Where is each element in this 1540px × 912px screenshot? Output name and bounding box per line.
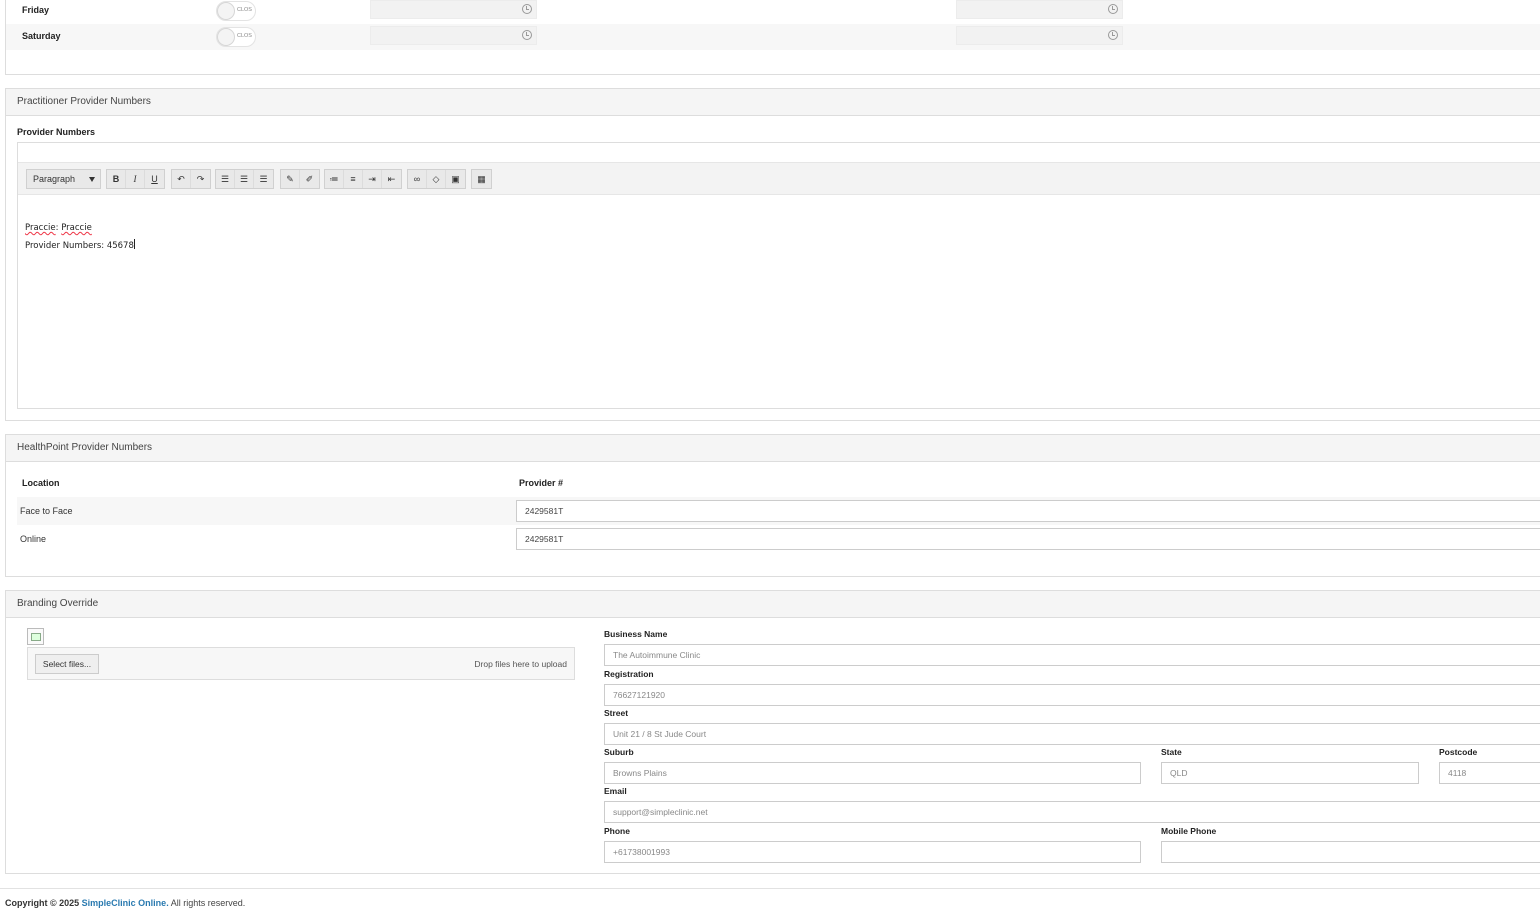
editor-content[interactable]: Praccie: Praccie Provider Numbers: 45678 [25, 219, 135, 255]
email-input[interactable]: support@simpleclinic.net [604, 801, 1540, 823]
provider-numbers-label: Provider Numbers [17, 127, 96, 137]
align-center-icon[interactable]: ☰ [235, 170, 254, 188]
opening-hours-panel: Friday CLOS Saturday CLOS [5, 0, 1540, 75]
align-left-icon[interactable]: ☰ [216, 170, 235, 188]
provider-number-input[interactable]: 2429581T [516, 528, 1540, 550]
drop-files-hint: Drop files here to upload [474, 659, 567, 669]
day-label: Friday [22, 5, 50, 15]
panel-title: Branding Override [6, 591, 1540, 618]
italic-button[interactable]: I [126, 170, 145, 188]
toggle-knob [217, 2, 235, 20]
outdent-icon[interactable]: ⇤ [382, 170, 401, 188]
chevron-down-icon [89, 177, 95, 182]
select-files-button[interactable]: Select files... [35, 654, 99, 674]
hours-row-saturday: Saturday CLOS [6, 24, 1540, 50]
numbered-list-icon[interactable]: ≡ [344, 170, 363, 188]
table-row: Face to Face 2429581T [17, 497, 1540, 525]
open-closed-toggle[interactable]: CLOS [216, 27, 256, 47]
provider-number-input[interactable]: 2429581T [516, 500, 1540, 522]
state-input[interactable]: QLD [1161, 762, 1419, 784]
clock-icon[interactable] [522, 4, 532, 14]
provider-numbers-text: Provider Numbers: 45678 [25, 241, 134, 251]
suburb-input[interactable]: Browns Plains [604, 762, 1141, 784]
toggle-text: CLOS [237, 33, 252, 39]
insert-group: ∞ ◇ ▣ [407, 169, 466, 189]
phone-label: Phone [604, 826, 630, 836]
rich-text-editor[interactable]: Paragraph B I U ↶ ↷ ☰ ☰ ☰ ✎ ✐ ≔ ≡ ⇥ ⇤ ∞ … [17, 142, 1540, 409]
undo-icon[interactable]: ↶ [172, 170, 191, 188]
content-line-2: Provider Numbers: 45678 [25, 237, 135, 255]
phone-input[interactable]: +61738001993 [604, 841, 1141, 863]
rights-text: All rights reserved. [170, 898, 246, 908]
open-time-input[interactable] [370, 26, 537, 45]
street-input[interactable]: Unit 21 / 8 St Jude Court [604, 723, 1540, 745]
email-label: Email [604, 786, 627, 796]
bullet-list-icon[interactable]: ≔ [325, 170, 344, 188]
panel-title: Practitioner Provider Numbers [6, 89, 1540, 116]
state-label: State [1161, 747, 1182, 757]
file-upload-dropzone[interactable]: Select files... Drop files here to uploa… [27, 647, 575, 680]
format-painter-icon[interactable]: ✐ [300, 170, 319, 188]
clock-icon[interactable] [1108, 4, 1118, 14]
postcode-label: Postcode [1439, 747, 1478, 757]
image-icon[interactable]: ▣ [446, 170, 465, 188]
panel-title: HealthPoint Provider Numbers [6, 435, 1540, 462]
branding-override-panel: Branding Override Select files... Drop f… [5, 590, 1540, 874]
registration-label: Registration [604, 669, 654, 679]
street-label: Street [604, 708, 629, 718]
location-cell: Face to Face [20, 506, 73, 516]
redo-icon[interactable]: ↷ [191, 170, 210, 188]
toggle-text: CLOS [237, 7, 252, 13]
link-icon[interactable]: ∞ [408, 170, 427, 188]
bold-button[interactable]: B [107, 170, 126, 188]
editor-toolbar: Paragraph B I U ↶ ↷ ☰ ☰ ☰ ✎ ✐ ≔ ≡ ⇥ ⇤ ∞ … [18, 162, 1540, 195]
table-row: Online 2429581T [17, 525, 1540, 553]
unlink-icon[interactable]: ◇ [427, 170, 446, 188]
align-group: ☰ ☰ ☰ [215, 169, 274, 189]
close-time-input[interactable] [956, 0, 1123, 19]
open-time-input[interactable] [370, 0, 537, 19]
table-group: ▦ [471, 169, 492, 189]
postcode-input[interactable]: 4118 [1439, 762, 1540, 784]
column-header-location: Location [22, 478, 60, 488]
format-tools-group: ✎ ✐ [280, 169, 320, 189]
mobile-phone-label: Mobile Phone [1161, 826, 1217, 836]
spelling-word: Praccie [61, 223, 92, 233]
hours-row-friday: Friday CLOS [6, 0, 1540, 24]
toggle-knob [217, 28, 235, 46]
align-right-icon[interactable]: ☰ [254, 170, 273, 188]
table-icon[interactable]: ▦ [472, 170, 491, 188]
clear-format-icon[interactable]: ✎ [281, 170, 300, 188]
text-cursor [133, 239, 135, 249]
history-group: ↶ ↷ [171, 169, 211, 189]
healthpoint-provider-panel: HealthPoint Provider Numbers Location Pr… [5, 434, 1540, 577]
day-label: Saturday [22, 31, 61, 41]
registration-input[interactable]: 76627121920 [604, 684, 1540, 706]
content-line-1: Praccie: Praccie [25, 219, 135, 237]
open-closed-toggle[interactable]: CLOS [216, 1, 256, 21]
format-select-value: Paragraph [33, 174, 76, 184]
brand-link[interactable]: SimpleClinic Online. [82, 898, 169, 908]
clock-icon[interactable] [1108, 30, 1118, 40]
practitioner-provider-panel: Practitioner Provider Numbers Provider N… [5, 88, 1540, 421]
underline-button[interactable]: U [145, 170, 164, 188]
footer-divider [0, 888, 1540, 889]
list-group: ≔ ≡ ⇥ ⇤ [324, 169, 402, 189]
logo-image [27, 628, 44, 645]
mobile-phone-input[interactable] [1161, 841, 1540, 863]
close-time-input[interactable] [956, 26, 1123, 45]
clock-icon[interactable] [522, 30, 532, 40]
location-cell: Online [20, 534, 47, 544]
format-select[interactable]: Paragraph [26, 169, 101, 189]
business-name-label: Business Name [604, 629, 668, 639]
footer: Copyright © 2025 SimpleClinic Online. Al… [5, 898, 245, 908]
text-style-group: B I U [106, 169, 165, 189]
indent-icon[interactable]: ⇥ [363, 170, 382, 188]
column-header-provider: Provider # [519, 478, 564, 488]
suburb-label: Suburb [604, 747, 634, 757]
copyright-text: Copyright © 2025 [5, 898, 80, 908]
business-name-input[interactable]: The Autoimmune Clinic [604, 644, 1540, 666]
spelling-word: Praccie [25, 223, 56, 233]
